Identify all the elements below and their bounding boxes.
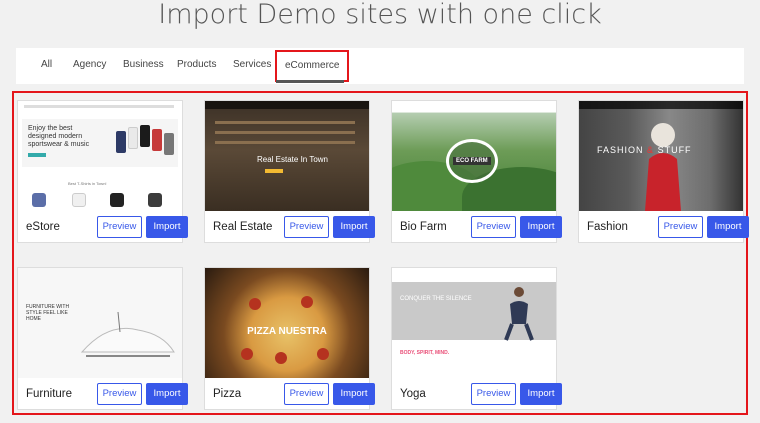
- demo-name: Pizza: [213, 388, 242, 400]
- card-footer: eStore Preview Import: [18, 211, 188, 243]
- thumbnail-real-estate[interactable]: Real Estate In Town: [205, 101, 369, 211]
- thumb-hero-text: Enjoy the best designed modern sportswea…: [28, 125, 90, 148]
- demo-name: Fashion: [587, 221, 628, 233]
- thumb-nav: [579, 101, 743, 109]
- tab-business[interactable]: Business: [123, 48, 164, 84]
- demo-card-bio-farm: ECO FARM Bio Farm Preview Import: [391, 100, 562, 243]
- demo-name: Furniture: [26, 388, 73, 400]
- thumb-cta: [28, 153, 46, 157]
- thumb-text: FURNITURE WITH STYLE FEEL LIKE HOME: [26, 304, 70, 322]
- demo-card-pizza: PIZZA NUESTRA Pizza Preview Import: [204, 267, 375, 410]
- card-footer: Yoga Preview Import: [392, 378, 562, 410]
- thumbnail-bio-farm[interactable]: ECO FARM: [392, 101, 556, 211]
- thumbnail-pizza[interactable]: PIZZA NUESTRA: [205, 268, 369, 378]
- thumb-sub: Best T-Shirts in Town!: [68, 181, 107, 186]
- demo-card-yoga: CONQUER THE SILENCE BODY, SPIRIT, MIND. …: [391, 267, 562, 410]
- demo-name: Bio Farm: [400, 221, 447, 233]
- thumb-title: PIZZA NUESTRA: [247, 326, 327, 337]
- demo-name: eStore: [26, 221, 60, 233]
- preview-button[interactable]: Preview: [284, 383, 329, 405]
- import-button[interactable]: Import: [707, 216, 749, 238]
- tab-agency[interactable]: Agency: [73, 48, 106, 84]
- preview-button[interactable]: Preview: [97, 216, 142, 238]
- thumb-title: FASHION & STUFF: [597, 145, 692, 155]
- tab-ecommerce[interactable]: eCommerce: [274, 50, 350, 82]
- thumbnail-estore[interactable]: Enjoy the best designed modern sportswea…: [18, 101, 182, 211]
- thumb-clothes: [116, 123, 176, 163]
- thumb-nav: [24, 105, 174, 108]
- model-figure: [645, 123, 681, 211]
- demo-card-real-estate: Real Estate In Town Real Estate Preview …: [204, 100, 375, 243]
- demo-name: Yoga: [400, 388, 426, 400]
- preview-button[interactable]: Preview: [471, 383, 516, 405]
- import-button[interactable]: Import: [520, 383, 562, 405]
- thumb-badge-text: ECO FARM: [453, 157, 491, 165]
- thumb-nav: [205, 101, 369, 109]
- preview-button[interactable]: Preview: [471, 216, 516, 238]
- thumbnail-yoga[interactable]: CONQUER THE SILENCE BODY, SPIRIT, MIND.: [392, 268, 556, 378]
- thumb-headline: CONQUER THE SILENCE: [400, 296, 472, 302]
- preview-button[interactable]: Preview: [658, 216, 703, 238]
- tab-services[interactable]: Services: [233, 48, 271, 84]
- preview-button[interactable]: Preview: [97, 383, 142, 405]
- thumb-cta: [265, 169, 283, 173]
- card-footer: Furniture Preview Import: [18, 378, 188, 410]
- card-footer: Fashion Preview Import: [579, 211, 749, 243]
- preview-button[interactable]: Preview: [284, 216, 329, 238]
- thumbnail-furniture[interactable]: FURNITURE WITH STYLE FEEL LIKE HOME: [18, 268, 182, 378]
- demo-card-estore: Enjoy the best designed modern sportswea…: [17, 100, 188, 243]
- card-footer: Bio Farm Preview Import: [392, 211, 562, 243]
- thumb-sub: BODY, SPIRIT, MIND.: [400, 350, 450, 356]
- card-footer: Pizza Preview Import: [205, 378, 375, 410]
- demo-grid: Enjoy the best designed modern sportswea…: [12, 91, 749, 415]
- import-button[interactable]: Import: [146, 383, 188, 405]
- tab-all[interactable]: All: [41, 48, 52, 84]
- page-title: Import Demo sites with one click: [158, 0, 602, 30]
- card-footer: Real Estate Preview Import: [205, 211, 375, 243]
- demo-card-fashion: FASHION & STUFF Fashion Preview Import: [578, 100, 749, 243]
- thumb-caption: Real Estate In Town: [257, 155, 329, 164]
- thumbnail-fashion[interactable]: FASHION & STUFF: [579, 101, 743, 211]
- active-tab-indicator: [276, 80, 344, 83]
- tab-products[interactable]: Products: [177, 48, 216, 84]
- demo-name: Real Estate: [213, 221, 273, 233]
- chair-figure: [80, 312, 175, 357]
- import-button[interactable]: Import: [520, 216, 562, 238]
- yoga-figure: [504, 287, 534, 341]
- demo-card-furniture: FURNITURE WITH STYLE FEEL LIKE HOME Furn…: [17, 267, 188, 410]
- import-button[interactable]: Import: [333, 216, 375, 238]
- import-button[interactable]: Import: [333, 383, 375, 405]
- category-tabs: All Agency Business Products Services eC…: [16, 48, 744, 84]
- import-button[interactable]: Import: [146, 216, 188, 238]
